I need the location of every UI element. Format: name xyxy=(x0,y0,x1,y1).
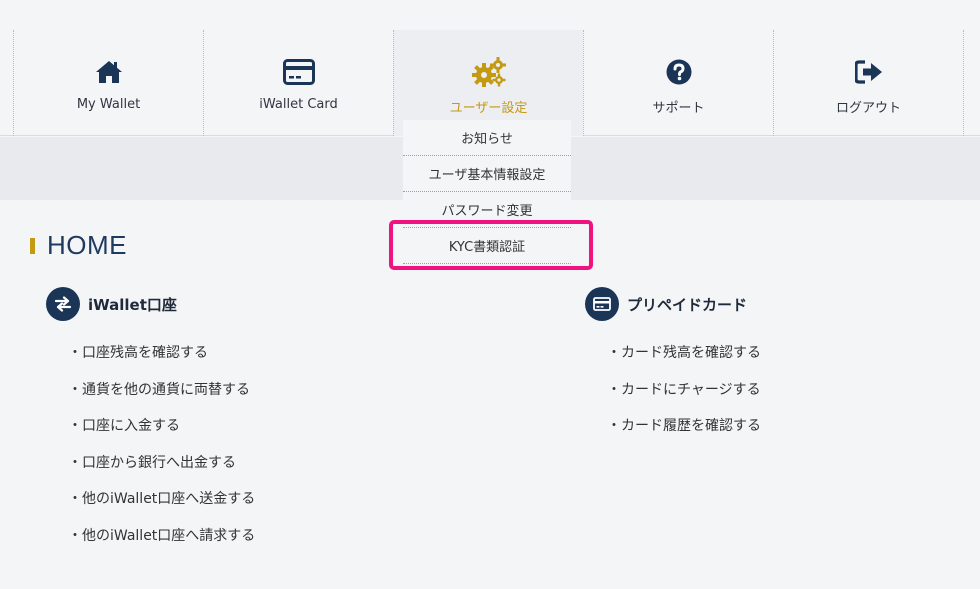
credit-card-icon xyxy=(585,287,619,321)
section-iwallet-account: iWallet口座 ・口座残高を確認する ・通貨を他の通貨に両替する ・口座に入… xyxy=(46,287,255,555)
nav-label: ログアウト xyxy=(835,101,901,116)
section-title: iWallet口座 xyxy=(88,295,177,314)
nav-label: ユーザー設定 xyxy=(449,101,528,116)
home-icon xyxy=(95,58,123,86)
page-title: HOME xyxy=(30,230,127,261)
section-prepaid-card: プリペイドカード ・カード残高を確認する ・カードにチャージする ・カード履歴を… xyxy=(585,287,761,445)
dropdown-item-notices[interactable]: お知らせ xyxy=(403,120,571,156)
nav-support[interactable]: サポート xyxy=(583,30,773,136)
nav-label: サポート xyxy=(652,101,705,116)
card-links: ・カード残高を確認する ・カードにチャージする ・カード履歴を確認する xyxy=(585,335,761,445)
link-card-balance[interactable]: ・カード残高を確認する xyxy=(585,335,761,372)
link-exchange-currency[interactable]: ・通貨を他の通貨に両替する xyxy=(46,372,255,409)
title-accent-bar xyxy=(30,237,35,254)
link-card-charge[interactable]: ・カードにチャージする xyxy=(585,372,761,409)
nav-label: iWallet Card xyxy=(259,97,338,112)
link-request[interactable]: ・他のiWallet口座へ請求する xyxy=(46,518,255,555)
section-header: プリペイドカード xyxy=(585,287,761,321)
exchange-arrows-icon xyxy=(46,287,80,321)
link-withdraw[interactable]: ・口座から銀行へ出金する xyxy=(46,445,255,482)
page-title-text: HOME xyxy=(47,230,127,260)
question-circle-icon xyxy=(666,58,692,86)
dropdown-item-kyc[interactable]: KYC書類認証 xyxy=(403,228,571,264)
link-deposit[interactable]: ・口座に入金する xyxy=(46,408,255,445)
link-card-history[interactable]: ・カード履歴を確認する xyxy=(585,408,761,445)
sign-out-icon xyxy=(854,58,883,86)
nav-label: My Wallet xyxy=(76,97,141,112)
dropdown-item-password[interactable]: パスワード変更 xyxy=(403,192,571,228)
nav-divider xyxy=(963,30,964,136)
top-nav: My Wallet iWallet Card ユーザー設定 サポート ログアウト xyxy=(0,0,980,136)
link-send[interactable]: ・他のiWallet口座へ送金する xyxy=(46,481,255,518)
section-title: プリペイドカード xyxy=(627,295,748,314)
nav-my-wallet[interactable]: My Wallet xyxy=(13,30,203,136)
nav-iwallet-card[interactable]: iWallet Card xyxy=(203,30,393,136)
user-settings-dropdown: お知らせ ユーザ基本情報設定 パスワード変更 KYC書類認証 xyxy=(403,120,571,264)
account-links: ・口座残高を確認する ・通貨を他の通貨に両替する ・口座に入金する ・口座から銀… xyxy=(46,335,255,555)
nav-logout[interactable]: ログアウト xyxy=(773,30,963,136)
section-header: iWallet口座 xyxy=(46,287,255,321)
link-check-balance[interactable]: ・口座残高を確認する xyxy=(46,335,255,372)
credit-card-icon xyxy=(282,58,315,86)
dropdown-item-basic-info[interactable]: ユーザ基本情報設定 xyxy=(403,156,571,192)
gears-icon xyxy=(471,57,506,87)
